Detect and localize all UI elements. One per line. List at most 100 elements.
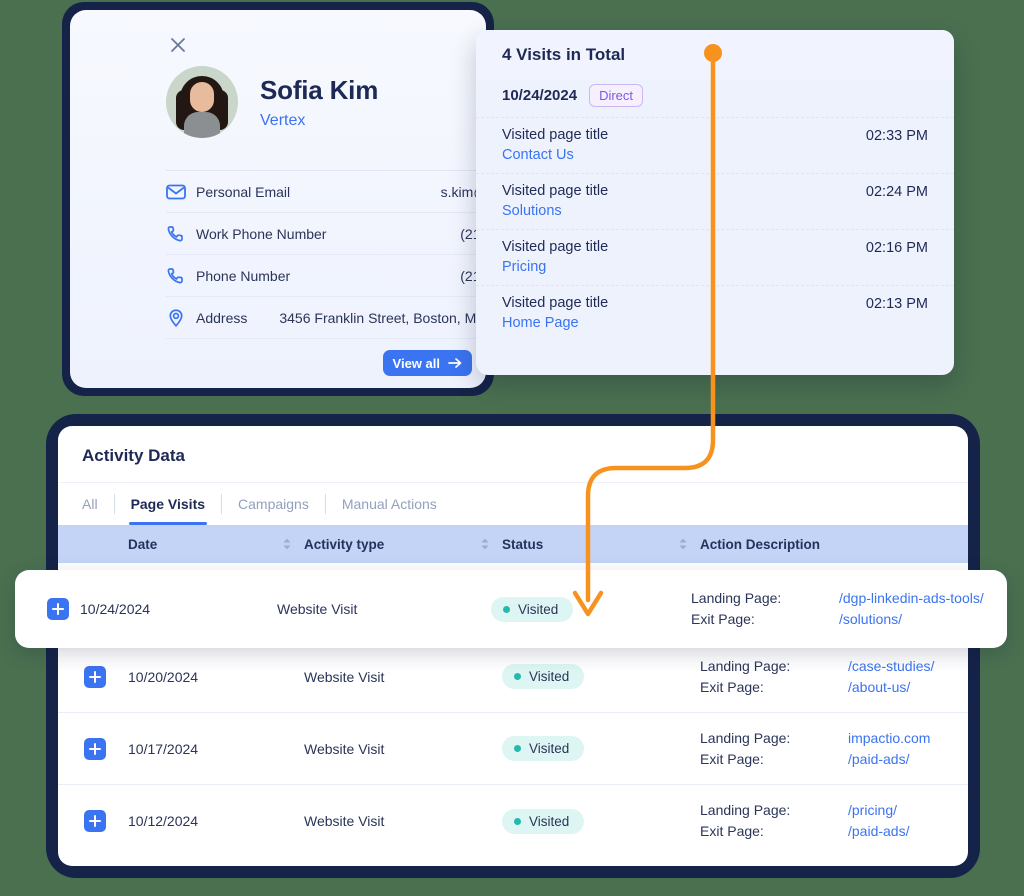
phone-icon (166, 266, 196, 286)
cell-action-description: Landing Page: Exit Page: /case-studies/ … (700, 656, 968, 698)
detail-row-address: Address 3456 Franklin Street, Boston, MA… (166, 296, 486, 338)
contact-card: Sofia Kim Vertex Personal Email s.kim@ve… (70, 10, 486, 388)
cell-activity-type: Website Visit (304, 813, 385, 829)
status-dot-icon (514, 817, 521, 825)
visit-date: 10/24/2024 (502, 87, 578, 104)
view-all-button[interactable]: View all (382, 350, 472, 376)
landing-page-label: Landing Page: (700, 802, 791, 818)
plus-icon[interactable] (84, 810, 106, 832)
table-row[interactable]: 10/20/2024 Website Visit Visited Landing… (58, 641, 968, 713)
contact-profile: Sofia Kim Vertex (166, 66, 378, 138)
contact-name: Sofia Kim (260, 74, 379, 105)
cell-activity-type: Website Visit (277, 601, 358, 617)
visit-item[interactable]: Visited page title Home Page 02:13 PM (476, 285, 954, 341)
status-label: Visited (529, 669, 570, 684)
column-header-date[interactable]: Date (124, 537, 304, 552)
column-header-label: Activity type (304, 536, 385, 552)
status-badge: Visited (502, 736, 585, 761)
detail-label: Work Phone Number (196, 225, 327, 242)
exit-page-link[interactable]: /solutions/ (839, 609, 984, 630)
cell-action-description: Landing Page: Exit Page: /dgp-linkedin-a… (691, 588, 1007, 630)
plus-icon[interactable] (84, 737, 106, 760)
visit-item[interactable]: Visited page title Contact Us 02:33 PM (476, 117, 954, 173)
landing-page-link[interactable]: /pricing/ (848, 800, 909, 821)
landing-page-label: Landing Page: (700, 657, 791, 674)
cell-activity-type: Website Visit (304, 740, 385, 757)
visit-title-label: Visited page title (502, 239, 609, 255)
detail-label: Phone Number (196, 267, 291, 284)
table-row-highlighted[interactable]: 10/24/2024 Website Visit Visited Landing… (15, 570, 1007, 648)
detail-label: Personal Email (196, 183, 291, 200)
phone-icon (166, 224, 196, 244)
visits-panel-title: 4 Visits in Total (476, 30, 954, 80)
column-header-status[interactable]: Status (502, 537, 700, 552)
detail-row-personal-email: Personal Email s.kim@vertex.com (166, 170, 486, 212)
column-header-label: Status (502, 536, 544, 552)
cell-status: Visited (502, 808, 700, 834)
landing-page-link[interactable]: /dgp-linkedin-ads-tools/ (839, 588, 984, 609)
tab-page-visits[interactable]: Page Visits (115, 483, 221, 525)
activity-tabs: All Page Visits Campaigns Manual Actions (58, 483, 968, 525)
tab-campaigns[interactable]: Campaigns (222, 483, 325, 525)
exit-page-link[interactable]: /paid-ads/ (848, 821, 909, 842)
visit-page-link[interactable]: Solutions (502, 203, 608, 219)
landing-page-link[interactable]: /case-studies/ (848, 656, 934, 677)
column-header-label: Action Description (700, 536, 821, 552)
status-dot-icon (514, 673, 521, 680)
exit-page-link[interactable]: /paid-ads/ (848, 749, 930, 770)
cell-status: Visited (502, 664, 700, 689)
status-dot-icon (514, 745, 521, 752)
cell-action-description: Landing Page: Exit Page: impactio.com /p… (700, 728, 968, 770)
detail-row-phone: Phone Number (212) 256-6000 (166, 254, 486, 296)
cell-date: 10/12/2024 (128, 813, 199, 829)
table-row[interactable]: 10/17/2024 Website Visit Visited Landing… (58, 713, 968, 785)
landing-page-link[interactable]: impactio.com (848, 728, 930, 749)
visit-title-label: Visited page title (502, 127, 609, 143)
view-all-label: View all (392, 355, 440, 371)
sort-arrows-icon[interactable] (678, 537, 688, 551)
column-header-action-description: Action Description (700, 537, 968, 552)
tab-all[interactable]: All (82, 483, 114, 525)
visit-page-link[interactable]: Home Page (502, 315, 608, 331)
status-badge: Visited (502, 664, 585, 689)
sort-arrows-icon[interactable] (480, 537, 490, 551)
visit-item[interactable]: Visited page title Solutions 02:24 PM (476, 173, 954, 229)
column-header-activity-type[interactable]: Activity type (304, 537, 502, 552)
envelope-icon (166, 184, 196, 200)
visit-time: 02:13 PM (865, 296, 928, 312)
visit-item[interactable]: Visited page title Pricing 02:16 PM (476, 229, 954, 285)
landing-page-label: Landing Page: (691, 590, 782, 606)
status-label: Visited (518, 601, 559, 617)
status-badge: Visited (502, 808, 585, 834)
visit-title-label: Visited page title (502, 183, 609, 199)
visit-title-label: Visited page title (502, 295, 609, 311)
contact-company-link[interactable]: Vertex (260, 112, 378, 130)
exit-page-label: Exit Page: (700, 823, 764, 839)
arrow-right-icon (448, 357, 462, 369)
visit-time: 02:24 PM (865, 184, 928, 200)
table-row[interactable]: 10/12/2024 Website Visit Visited Landing… (58, 785, 968, 857)
plus-icon[interactable] (84, 665, 106, 688)
details-divider (166, 338, 486, 339)
tab-manual-actions[interactable]: Manual Actions (326, 483, 453, 525)
detail-value: 3456 Franklin Street, Boston, MA 02110 (279, 309, 486, 326)
plus-icon[interactable] (47, 598, 69, 620)
cell-activity-type: Website Visit (304, 668, 385, 685)
avatar (166, 66, 238, 138)
visit-page-link[interactable]: Contact Us (502, 147, 608, 163)
status-badge: Visited (491, 596, 574, 622)
exit-page-link[interactable]: /about-us/ (848, 677, 934, 698)
visit-page-link[interactable]: Pricing (502, 259, 608, 275)
cell-date: 10/17/2024 (128, 740, 199, 757)
visit-source-badge: Direct (589, 84, 644, 107)
cell-action-description: Landing Page: Exit Page: /pricing/ /paid… (700, 800, 968, 842)
status-label: Visited (529, 813, 570, 829)
detail-row-work-phone: Work Phone Number (212) 750-3700 (166, 212, 486, 254)
visits-panel: 4 Visits in Total 10/24/2024 Direct Visi… (476, 30, 954, 375)
detail-label: Address (196, 309, 248, 326)
close-icon[interactable] (168, 35, 188, 55)
sort-arrows-icon[interactable] (282, 537, 292, 551)
cell-date: 10/24/2024 (80, 601, 151, 617)
location-pin-icon (166, 308, 196, 328)
cell-status: Visited (502, 736, 700, 761)
